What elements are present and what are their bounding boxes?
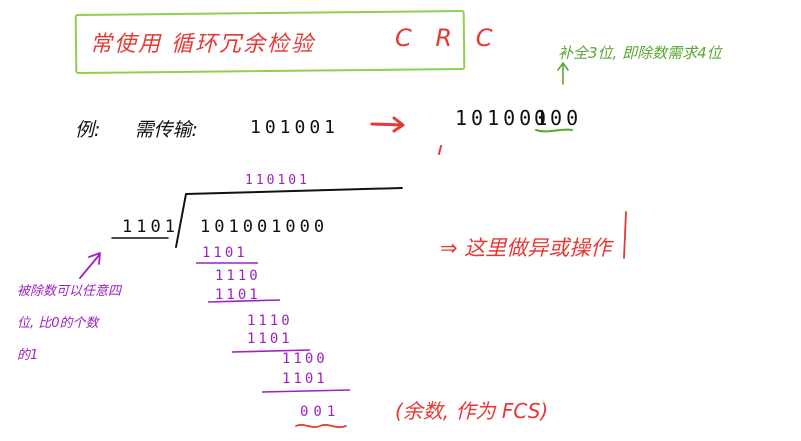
divisor: 1101 bbox=[122, 217, 179, 237]
example-label-line: 例: 需传输: bbox=[75, 115, 198, 142]
purple-arrow bbox=[79, 252, 101, 279]
division-step: 1100 bbox=[282, 351, 328, 367]
transmit-value: 101001 bbox=[250, 117, 340, 138]
divisor-note-line: 位, 比0的个数 bbox=[17, 316, 99, 331]
divisor-note-line: 被除数可以任意四 bbox=[17, 284, 122, 299]
example-label: 例: bbox=[75, 119, 101, 141]
remainder-note: (余数, 作为 FCS) bbox=[395, 399, 549, 423]
divisor-note-line: 的1 bbox=[17, 348, 39, 363]
division-step: 1101 bbox=[215, 287, 261, 303]
remainder: 001 bbox=[300, 404, 341, 420]
title-text: 常使用 循环冗余检验 bbox=[90, 32, 315, 57]
division-step: 1101 bbox=[247, 331, 293, 347]
quotient: 110101 bbox=[245, 173, 310, 188]
red-arrow bbox=[370, 122, 404, 127]
division-step: 1110 bbox=[215, 268, 261, 284]
remainder-underline bbox=[295, 423, 347, 429]
red-tick bbox=[438, 145, 442, 155]
title-acronym: C R C bbox=[395, 24, 501, 52]
division-step: 1101 bbox=[202, 245, 248, 261]
green-arrow bbox=[557, 61, 569, 85]
division-step: 1110 bbox=[247, 313, 293, 329]
need-transmit-label: 需传输: bbox=[134, 119, 198, 141]
padded-zeros: 000 bbox=[534, 106, 583, 130]
division-step: 1101 bbox=[282, 371, 328, 387]
xor-note: ⇒ 这里做异或操作 bbox=[440, 236, 612, 260]
dividend: 101001000 bbox=[200, 217, 329, 237]
pad-hint-note: 补全3位, 即除数需求4位 bbox=[558, 44, 722, 62]
